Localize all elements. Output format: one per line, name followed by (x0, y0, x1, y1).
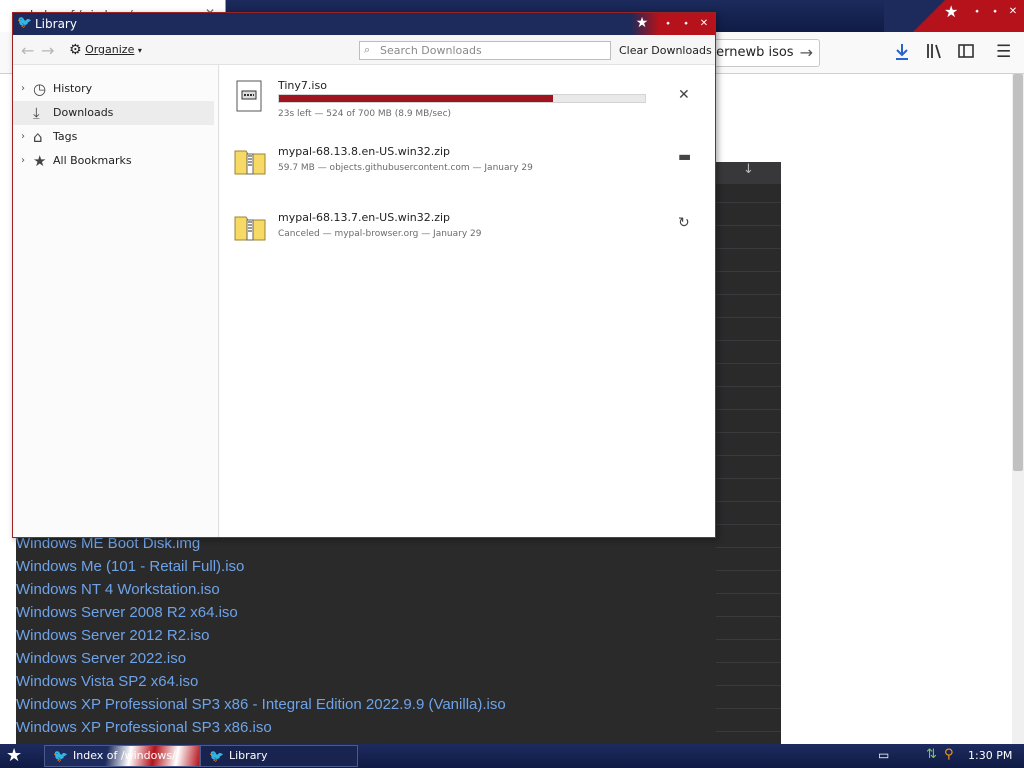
file-meta (546, 624, 780, 647)
file-link[interactable]: Windows NT 4 Workstation.iso (16, 578, 546, 601)
download-filename: Tiny7.iso (278, 79, 327, 92)
sidebar-item-label: History (53, 82, 93, 95)
library-icon[interactable] (925, 42, 943, 65)
app-icon: 🐦 (53, 749, 68, 763)
star-logo-icon: ★ (944, 2, 959, 21)
file-meta (546, 716, 780, 739)
file-meta (546, 601, 780, 624)
chevron-down-icon: ▾ (137, 46, 142, 55)
file-link[interactable]: Windows Server 2022.iso (16, 647, 546, 670)
keyboard-icon[interactable]: ▭ (878, 748, 889, 762)
file-meta (546, 555, 780, 578)
maximize-icon[interactable]: ⬩ (988, 5, 1002, 19)
close-icon[interactable]: ✕ (1006, 5, 1020, 19)
minimize-icon[interactable]: ⬩ (970, 5, 984, 19)
app-icon: 🐦 (17, 15, 32, 29)
downloads-list: Tiny7.iso 23s left — 524 of 700 MB (8.9 M… (220, 65, 715, 537)
taskbar-item-library[interactable]: 🐦 Library (200, 745, 358, 767)
file-link[interactable]: Windows Server 2012 R2.iso (16, 624, 546, 647)
search-icon[interactable]: ⚲ (944, 747, 954, 762)
progress-fill (279, 95, 553, 102)
sidebar-item-all-bookmarks[interactable]: › ★ All Bookmarks (13, 149, 214, 173)
clock-icon: ◷ (33, 80, 47, 98)
download-filename: mypal-68.13.7.en-US.win32.zip (278, 211, 451, 224)
download-progress-bar (278, 94, 646, 103)
zip-archive-icon (234, 211, 266, 245)
file-link[interactable]: Windows Vista SP2 x64.iso (16, 670, 546, 693)
maximize-icon[interactable]: ⬩ (679, 17, 693, 31)
file-link[interactable]: Windows Server 2008 R2 x64.iso (16, 601, 546, 624)
zip-archive-icon (234, 145, 266, 179)
file-list: Windows ME Boot Disk.img Windows Me (101 … (16, 532, 546, 739)
organize-label: Organize (85, 43, 135, 56)
sidebar-item-tags[interactable]: › ⌂ Tags (13, 125, 214, 149)
back-arrow-icon[interactable]: ← (21, 41, 34, 60)
download-status: 23s left — 524 of 700 MB (8.9 MB/sec) (278, 109, 452, 119)
organize-button[interactable]: ⚙ Organize ▾ (69, 41, 142, 58)
url-bar[interactable]: ternewb isos → (700, 39, 820, 67)
network-icon[interactable]: ⇅ (926, 747, 937, 762)
file-link[interactable]: Windows XP Professional SP3 x86 - Integr… (16, 693, 546, 716)
star-logo-icon: ★ (635, 15, 649, 31)
file-meta (546, 578, 780, 601)
scrollbar[interactable] (1012, 74, 1024, 744)
file-meta (546, 647, 780, 670)
sidebar-item-label: Tags (53, 130, 78, 143)
file-link[interactable]: Windows XP Professional SP3 x86.iso (16, 716, 546, 739)
start-button[interactable]: ★ (6, 745, 22, 766)
chevron-right-icon[interactable]: › (21, 149, 25, 173)
sidebar-icon[interactable] (957, 42, 975, 65)
search-icon: ⌕ (364, 43, 371, 56)
file-meta (546, 670, 780, 693)
forward-arrow-icon[interactable]: → (41, 41, 54, 60)
cancel-icon[interactable]: ✕ (678, 87, 690, 103)
minimize-icon[interactable]: ⬩ (661, 17, 675, 31)
sidebar-item-history[interactable]: › ◷ History (13, 77, 214, 101)
tag-icon: ⌂ (33, 128, 43, 146)
chevron-right-icon[interactable]: › (21, 77, 25, 101)
taskbar-item-browser[interactable]: 🐦 Index of /windows/ (44, 745, 200, 767)
download-status: 59.7 MB — objects.githubusercontent.com … (278, 163, 533, 173)
sort-arrow-icon: ↓ (743, 162, 754, 177)
library-toolbar: ← → ⚙ Organize ▾ ⌕ Search Downloads Clea… (13, 35, 715, 65)
library-window: 🐦 Library ★ ⬩ ⬩ ✕ ← → ⚙ Organize ▾ ⌕ Sea… (12, 12, 716, 538)
download-item[interactable]: mypal-68.13.8.en-US.win32.zip 59.7 MB — o… (220, 145, 715, 207)
url-text: ternewb isos (711, 45, 794, 60)
download-item[interactable]: Tiny7.iso 23s left — 524 of 700 MB (8.9 M… (220, 79, 715, 141)
library-titlebar[interactable]: 🐦 Library ★ ⬩ ⬩ ✕ (13, 13, 715, 35)
sidebar-item-label: All Bookmarks (53, 154, 132, 167)
chevron-right-icon[interactable]: › (21, 125, 25, 149)
download-item[interactable]: mypal-68.13.7.en-US.win32.zip Canceled — … (220, 211, 715, 273)
task-label: Index of /windows/ (73, 749, 176, 762)
menu-icon[interactable]: ☰ (996, 42, 1011, 62)
column-header[interactable]: ↓ (716, 162, 781, 184)
task-label: Library (229, 749, 268, 762)
disc-image-file-icon (234, 79, 264, 113)
clear-downloads-button[interactable]: Clear Downloads (619, 44, 712, 57)
arrow-right-icon[interactable]: → (800, 43, 813, 62)
search-input[interactable]: ⌕ Search Downloads (359, 41, 611, 60)
sidebar-item-downloads[interactable]: ⤓ Downloads (13, 101, 214, 125)
download-filename: mypal-68.13.8.en-US.win32.zip (278, 145, 451, 158)
taskbar: ★ 🐦 Index of /windows/ 🐦 Library ▭ ⇅ ⚲ 1… (0, 744, 1024, 768)
close-icon[interactable]: ✕ (697, 17, 711, 31)
search-placeholder: Search Downloads (380, 44, 482, 57)
download-icon: ⤓ (33, 104, 40, 122)
sidebar-item-label: Downloads (53, 106, 114, 119)
file-meta-list (546, 532, 780, 739)
download-status: Canceled — mypal-browser.org — January 2… (278, 229, 482, 239)
file-link[interactable]: Windows Me (101 - Retail Full).iso (16, 555, 546, 578)
gear-icon: ⚙ (69, 42, 82, 58)
star-icon: ★ (33, 152, 47, 170)
window-title: Library (35, 17, 77, 31)
app-icon: 🐦 (209, 749, 224, 763)
scrollbar-thumb[interactable] (1013, 74, 1023, 471)
library-sidebar: › ◷ History ⤓ Downloads › ⌂ Tags › ★ All Bookmarks (13, 65, 219, 537)
retry-icon[interactable]: ↻ (678, 215, 690, 231)
clock[interactable]: 1:30 PM (968, 749, 1012, 762)
file-meta (546, 693, 780, 716)
download-icon[interactable] (893, 42, 911, 67)
folder-icon[interactable]: ▬ (678, 149, 691, 165)
